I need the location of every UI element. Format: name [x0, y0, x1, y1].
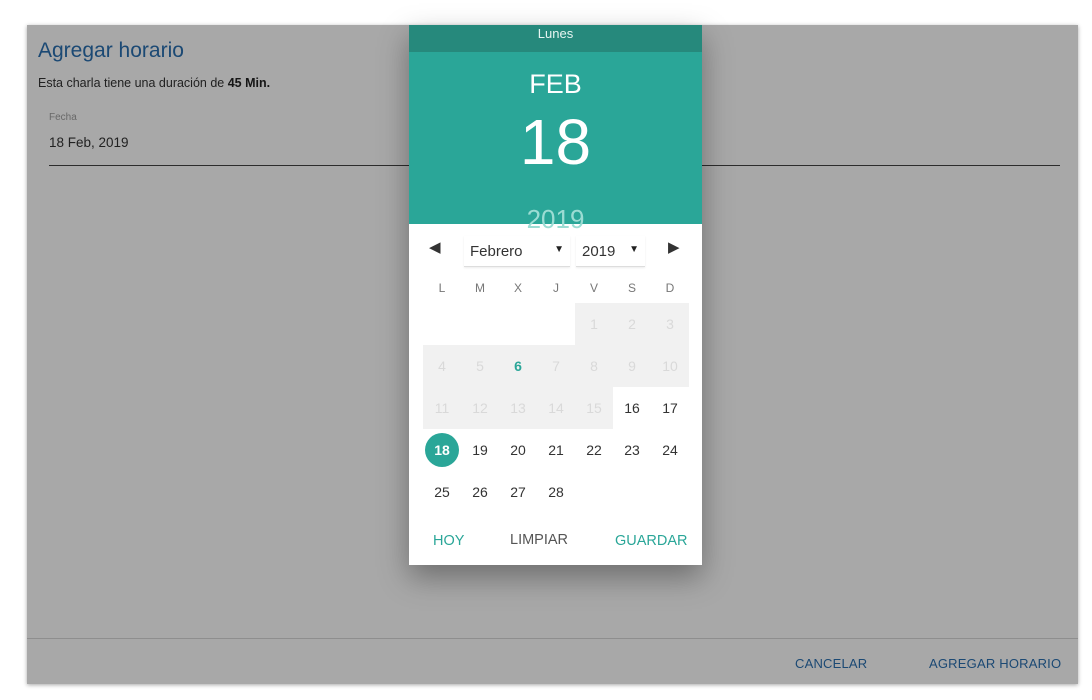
- weekday-header: L: [438, 281, 446, 295]
- calendar-day: 4: [423, 345, 461, 387]
- calendar-day[interactable]: 22: [575, 429, 613, 471]
- calendar-day[interactable]: 25: [423, 471, 461, 513]
- calendar-day: 12: [461, 387, 499, 429]
- picker-day: 18: [519, 106, 592, 178]
- calendar-day: 13: [499, 387, 537, 429]
- triangle-right-icon[interactable]: ▶: [668, 238, 680, 256]
- calendar-day: 8: [575, 345, 613, 387]
- weekday-header: X: [513, 281, 522, 295]
- calendar-day[interactable]: 27: [499, 471, 537, 513]
- calendar-day[interactable]: 20: [499, 429, 537, 471]
- calendar-grid: 1 2 3 4 5 6 7 8 9 10 11 12 13 14 15 16 17 18 19 20 21 22 23 24 2…: [423, 303, 689, 513]
- save-button[interactable]: GUARDAR: [615, 533, 688, 549]
- calendar-day[interactable]: 24: [651, 429, 689, 471]
- caret-down-icon: ▼: [554, 244, 564, 255]
- month-select-value: Febrero: [470, 243, 523, 260]
- calendar-day: 1: [575, 303, 613, 345]
- weekday-header: D: [665, 281, 675, 295]
- calendar-day[interactable]: 19: [461, 429, 499, 471]
- caret-down-icon: ▼: [629, 244, 639, 255]
- weekday-header: V: [589, 281, 598, 295]
- calendar-day: 6: [499, 345, 537, 387]
- picker-month: FEB: [529, 69, 582, 99]
- calendar-day[interactable]: 21: [537, 429, 575, 471]
- picker-header: FEB 18 2019: [409, 52, 702, 234]
- date-picker: Lunes FEB 18 2019 ◀ Febrero ▼ 2019 ▼ ▶ L…: [409, 25, 702, 565]
- calendar-day: 3: [651, 303, 689, 345]
- calendar-day: 15: [575, 387, 613, 429]
- calendar-day: 10: [651, 345, 689, 387]
- weekday-header: S: [627, 281, 636, 295]
- calendar-day: 2: [613, 303, 651, 345]
- calendar-day[interactable]: 26: [461, 471, 499, 513]
- clear-button[interactable]: LIMPIAR: [510, 532, 568, 548]
- calendar-day[interactable]: 23: [613, 429, 651, 471]
- picker-year: 2019: [526, 204, 585, 234]
- calendar-day: 14: [537, 387, 575, 429]
- calendar-day[interactable]: 28: [537, 471, 575, 513]
- calendar-day: 9: [613, 345, 651, 387]
- calendar-day: 7: [537, 345, 575, 387]
- weekday-header: M: [475, 281, 485, 295]
- picker-weekday: Lunes: [409, 25, 702, 52]
- calendar-day-selected[interactable]: 18: [423, 429, 461, 471]
- month-select[interactable]: Febrero ▼: [464, 236, 570, 267]
- weekday-header: J: [553, 281, 559, 295]
- year-select[interactable]: 2019 ▼: [576, 236, 645, 267]
- calendar-day[interactable]: 16: [613, 387, 651, 429]
- today-button[interactable]: HOY: [433, 533, 464, 549]
- calendar-day: 5: [461, 345, 499, 387]
- weekday-headers: LMXJVSD: [423, 281, 689, 301]
- triangle-left-icon[interactable]: ◀: [429, 238, 441, 256]
- calendar-day: 11: [423, 387, 461, 429]
- calendar-day[interactable]: 17: [651, 387, 689, 429]
- year-select-value: 2019: [582, 243, 616, 260]
